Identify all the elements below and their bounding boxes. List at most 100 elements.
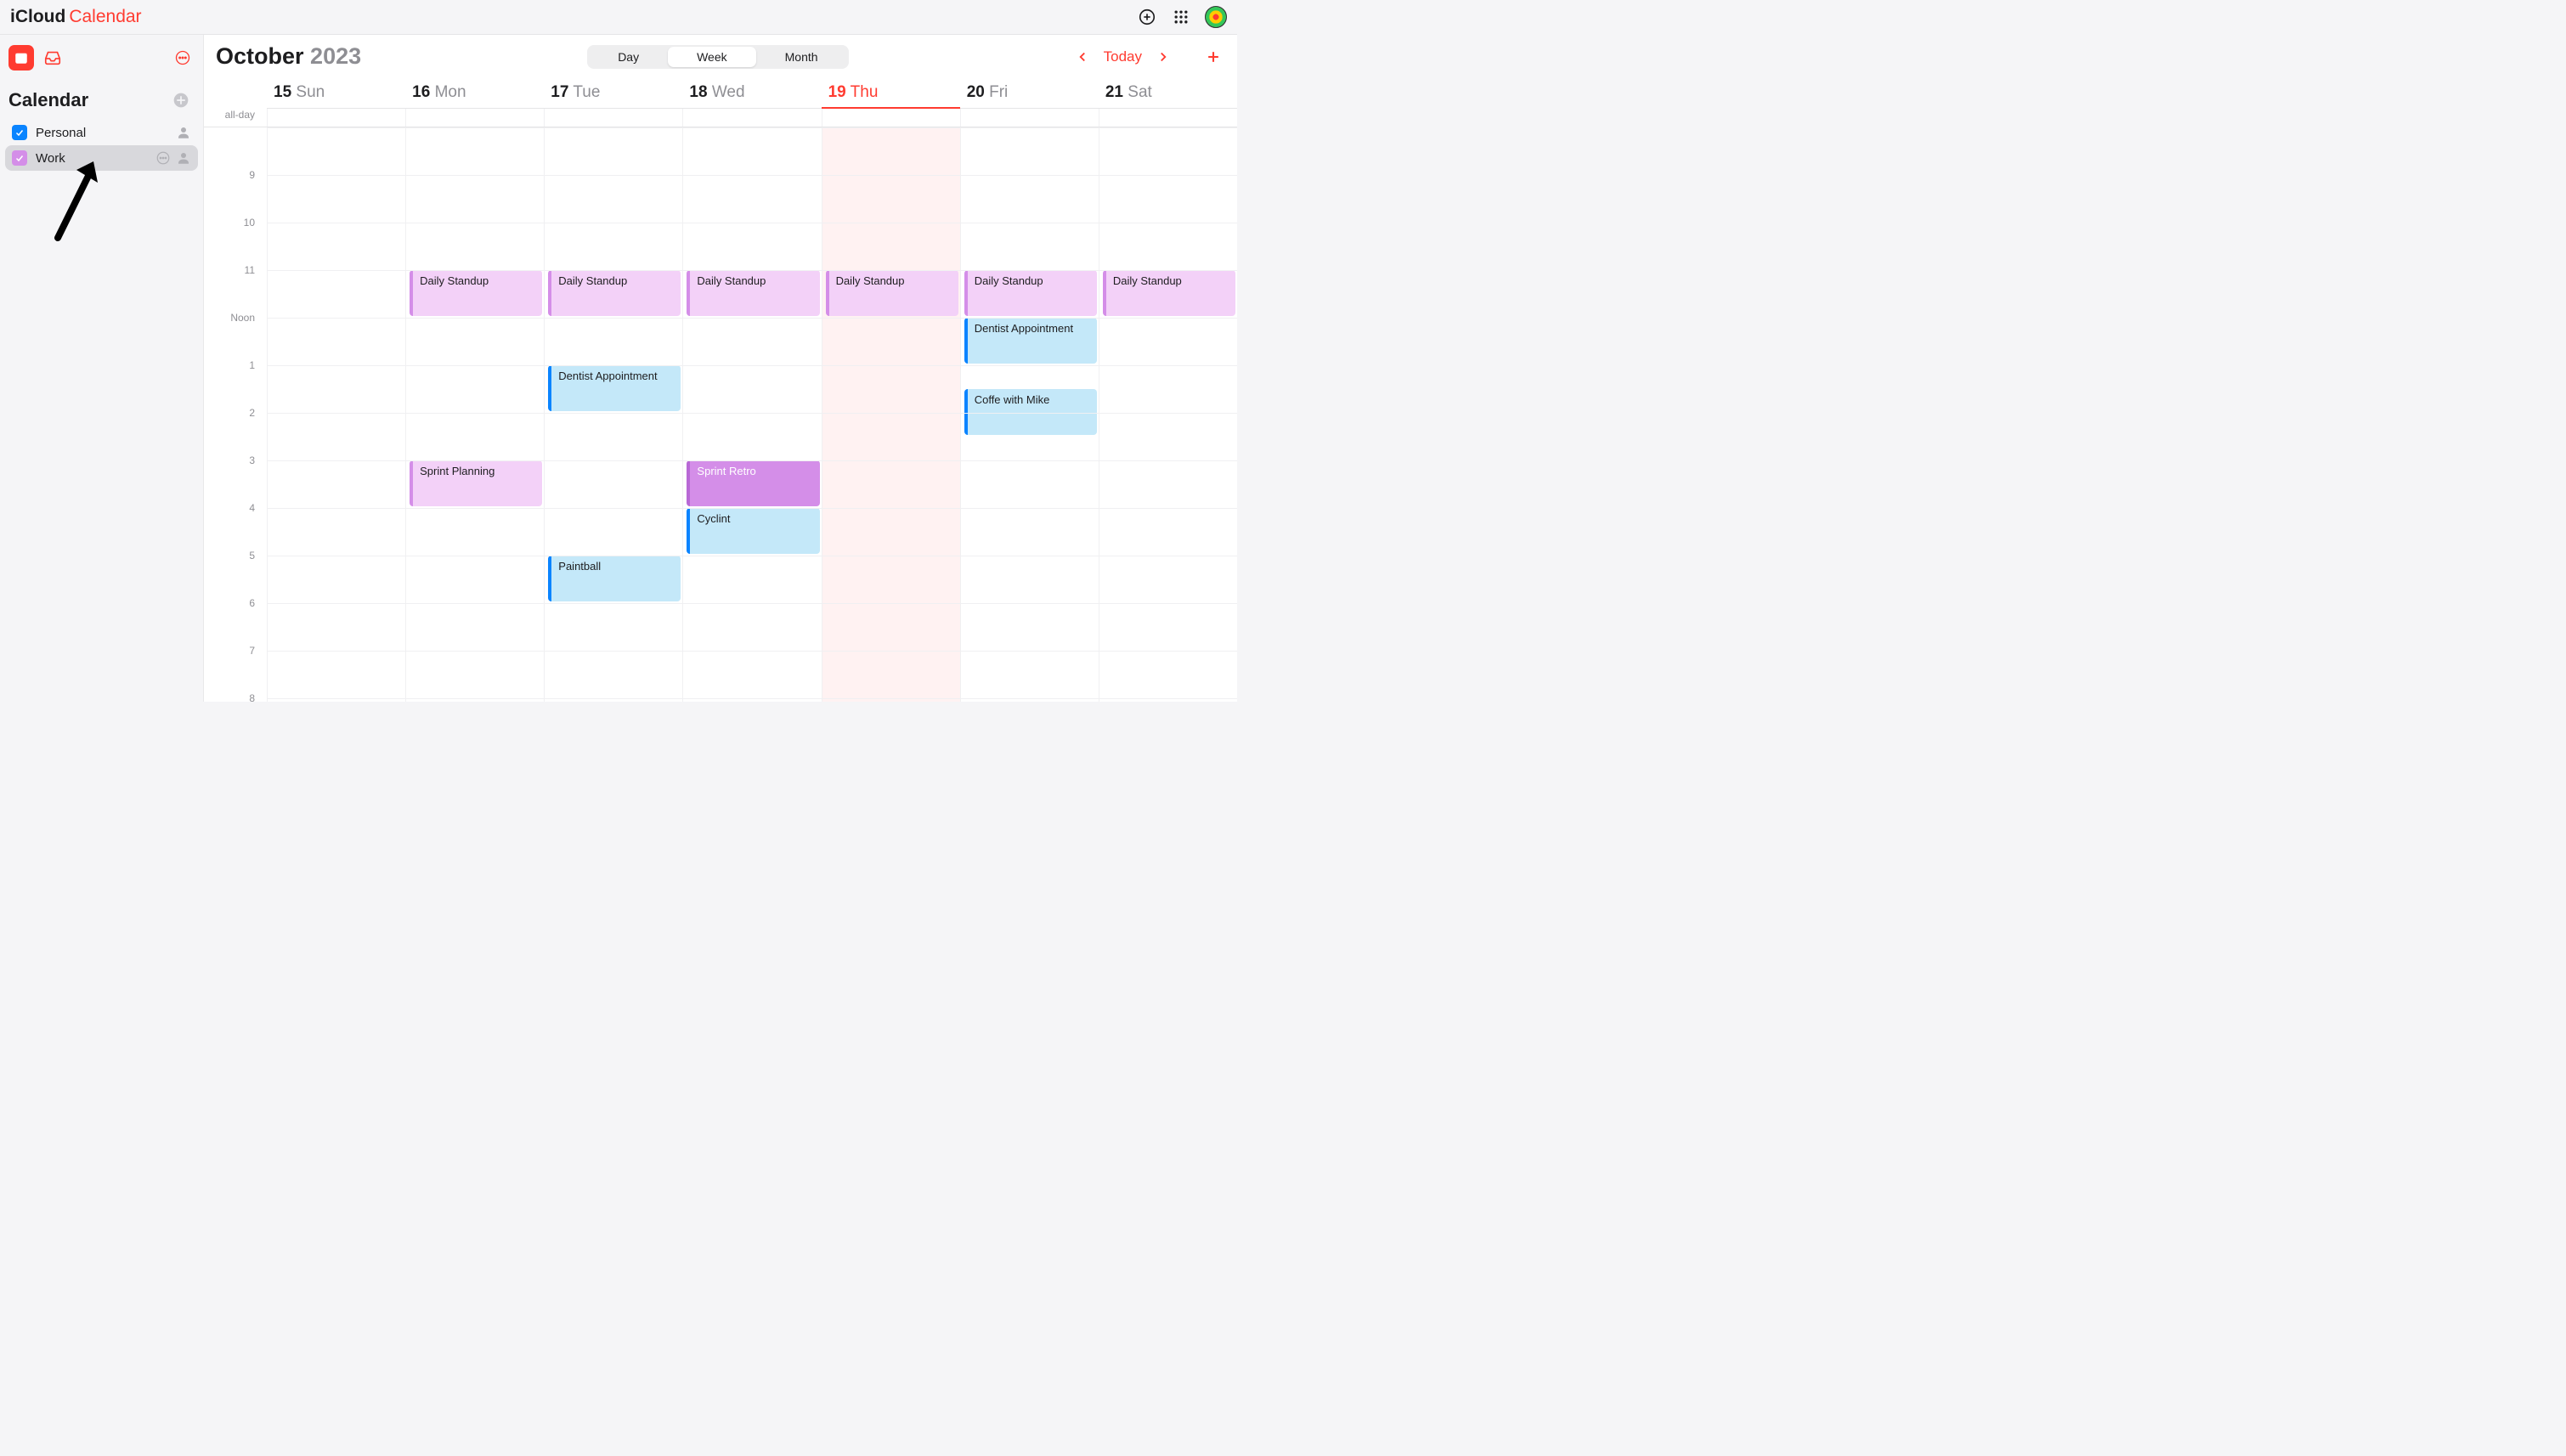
day-header[interactable]: 20 Fri: [960, 75, 1099, 109]
hour-line: [267, 270, 1237, 271]
day-number: 19: [828, 83, 846, 101]
day-column[interactable]: Daily Standup Dentist Appointment Paintbal…: [544, 127, 682, 702]
day-column[interactable]: [267, 127, 405, 702]
view-day-button[interactable]: Day: [589, 47, 668, 67]
new-event-button[interactable]: [1205, 48, 1222, 65]
event[interactable]: Cyclint: [687, 508, 819, 554]
day-header[interactable]: 18 Wed: [682, 75, 821, 109]
hour-line: [267, 413, 1237, 414]
day-columns: Daily StandupSprint PlanningDaily Standu…: [267, 127, 1237, 702]
day-number: 21: [1105, 83, 1123, 101]
time-label: 7: [204, 645, 267, 692]
allday-cell[interactable]: [822, 109, 960, 127]
event-title: Daily Standup: [697, 274, 766, 287]
sidebar: Calendar Personal Work: [0, 35, 204, 702]
calendar-share-icon[interactable]: [176, 150, 191, 166]
hour-line: [267, 698, 1237, 699]
day-name: Mon: [435, 83, 466, 101]
sidebar-top-row: [5, 42, 198, 79]
allday-cell[interactable]: [682, 109, 821, 127]
day-name: Thu: [851, 83, 879, 101]
avatar[interactable]: [1205, 6, 1227, 28]
event-title: Coffe with Mike: [975, 393, 1050, 406]
calendar-more-icon[interactable]: [155, 150, 171, 166]
time-label: 1: [204, 359, 267, 407]
allday-cell[interactable]: [267, 109, 405, 127]
brand: iCloud Calendar: [7, 7, 142, 27]
day-name: Fri: [989, 83, 1008, 101]
calendar-main: October 2023 Day Week Month Today: [204, 35, 1237, 702]
day-column[interactable]: Daily Standup Sprint Retro Cyclint: [682, 127, 821, 702]
add-circle-icon[interactable]: [1137, 7, 1157, 27]
month-year: October 2023: [216, 43, 361, 70]
allday-cell[interactable]: [1099, 109, 1237, 127]
calendar-checkbox[interactable]: [12, 125, 27, 140]
time-grid[interactable]: 91011Noon12345678 Daily StandupSprint Pl…: [204, 127, 1237, 702]
view-month-button[interactable]: Month: [756, 47, 847, 67]
day-name: Tue: [573, 83, 600, 101]
nav-controls: Today: [1075, 48, 1222, 65]
view-week-button[interactable]: Week: [668, 47, 756, 67]
more-options-icon[interactable]: [172, 48, 193, 68]
calendar-name: Work: [36, 151, 65, 166]
year-label: 2023: [310, 43, 361, 69]
day-number: 20: [967, 83, 985, 101]
event[interactable]: Daily Standup: [687, 270, 819, 316]
hour-line: [267, 127, 1237, 128]
event[interactable]: Daily Standup: [964, 270, 1097, 316]
event[interactable]: Paintball: [548, 556, 681, 601]
day-header[interactable]: 21 Sat: [1099, 75, 1237, 109]
event[interactable]: Sprint Retro: [687, 460, 819, 506]
event[interactable]: Sprint Planning: [410, 460, 542, 506]
calendar-item-personal[interactable]: Personal: [5, 120, 198, 145]
calendar-item-work[interactable]: Work: [5, 145, 198, 171]
calendar-name: Personal: [36, 126, 86, 140]
event[interactable]: Daily Standup: [826, 270, 958, 316]
day-header[interactable]: 17 Tue: [544, 75, 682, 109]
day-column[interactable]: Daily Standup: [1099, 127, 1237, 702]
inbox-icon[interactable]: [42, 48, 63, 68]
allday-label: all-day: [204, 109, 267, 127]
allday-cell[interactable]: [405, 109, 544, 127]
day-header[interactable]: 15 Sun: [267, 75, 405, 109]
calendar-app-icon[interactable]: [8, 45, 34, 71]
time-label: 9: [204, 169, 267, 217]
view-segmented-control: Day Week Month: [587, 45, 848, 69]
apps-grid-icon[interactable]: [1171, 7, 1191, 27]
event-title: Sprint Retro: [697, 465, 755, 477]
allday-cell[interactable]: [960, 109, 1099, 127]
event[interactable]: Dentist Appointment: [964, 318, 1097, 364]
time-label: 10: [204, 217, 267, 264]
day-column[interactable]: Daily StandupDentist Appointment Coffe wi…: [960, 127, 1099, 702]
event-title: Daily Standup: [558, 274, 627, 287]
time-label: 2: [204, 407, 267, 454]
day-column[interactable]: Daily Standup Sprint Planning: [405, 127, 544, 702]
time-label: 8: [204, 692, 267, 702]
today-button[interactable]: Today: [1104, 48, 1142, 65]
topbar-right: [1137, 6, 1227, 28]
day-number: 17: [551, 83, 568, 101]
day-number: 16: [412, 83, 430, 101]
add-calendar-icon[interactable]: [171, 90, 191, 110]
hour-line: [267, 603, 1237, 604]
event[interactable]: Daily Standup: [548, 270, 681, 316]
day-column[interactable]: Daily Standup: [822, 127, 960, 702]
calendar-share-icon[interactable]: [176, 125, 191, 140]
event[interactable]: Coffe with Mike: [964, 389, 1097, 435]
prev-week-button[interactable]: [1075, 49, 1090, 65]
event-title: Paintball: [558, 560, 601, 573]
next-week-button[interactable]: [1156, 49, 1171, 65]
main-header: October 2023 Day Week Month Today: [204, 35, 1237, 75]
event-title: Cyclint: [697, 512, 730, 525]
event[interactable]: Daily Standup: [410, 270, 542, 316]
time-gutter: 91011Noon12345678: [204, 127, 267, 702]
day-header[interactable]: 19 Thu: [822, 75, 960, 109]
day-number: 18: [689, 83, 707, 101]
calendar-checkbox[interactable]: [12, 150, 27, 166]
event[interactable]: Dentist Appointment: [548, 365, 681, 411]
day-name: Sun: [296, 83, 325, 101]
day-header[interactable]: 16 Mon: [405, 75, 544, 109]
time-label: [204, 127, 267, 169]
allday-cell[interactable]: [544, 109, 682, 127]
event[interactable]: Daily Standup: [1103, 270, 1235, 316]
